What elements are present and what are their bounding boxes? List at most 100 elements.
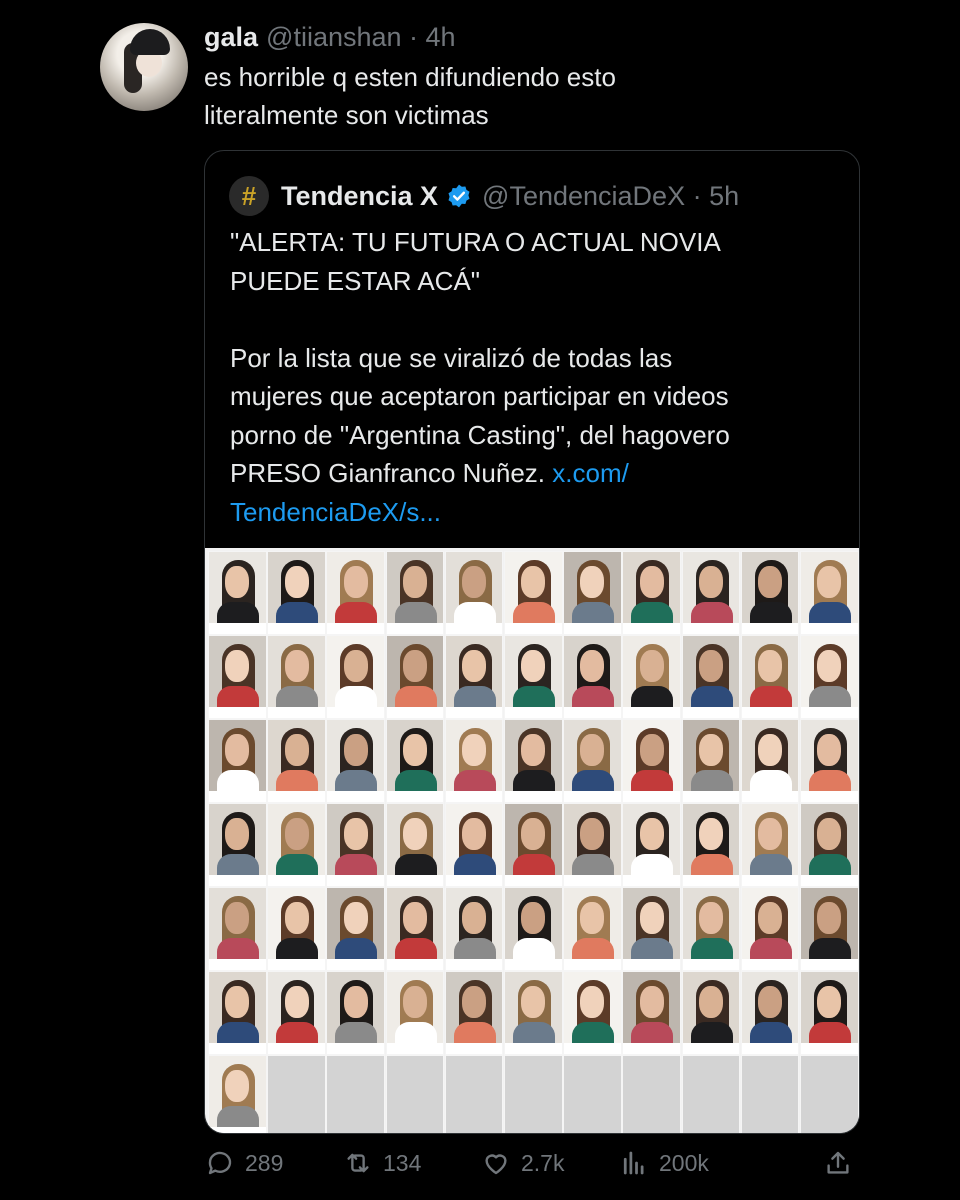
photo-caption-strip <box>268 959 325 970</box>
grid-photo <box>563 971 622 1055</box>
grid-photo <box>622 803 681 887</box>
grid-photo <box>208 971 267 1055</box>
quoted-handle: @TendenciaDeX <box>482 180 686 211</box>
photo-caption-strip <box>268 623 325 634</box>
photo-caption-strip <box>268 875 325 886</box>
photo-face <box>462 818 487 850</box>
photo-face <box>758 986 783 1018</box>
photo-face <box>343 902 368 934</box>
photo-face <box>521 734 546 766</box>
grid-empty-cell <box>444 1055 504 1133</box>
grid-photo <box>208 551 267 635</box>
photo-face <box>462 650 487 682</box>
like-button[interactable]: 2.7k <box>481 1148 564 1178</box>
quoted-time: 5h <box>709 180 740 211</box>
photo-face <box>225 734 250 766</box>
photo-face <box>817 566 842 598</box>
photo-caption-strip <box>445 623 503 634</box>
grid-photo <box>503 635 563 719</box>
repost-button[interactable]: 134 <box>343 1148 421 1178</box>
grid-photo <box>740 635 800 719</box>
photo-caption-strip <box>504 623 562 634</box>
grid-empty-cell <box>681 1055 741 1133</box>
grid-photo <box>208 1055 267 1133</box>
photo-face <box>343 650 368 682</box>
grid-photo <box>326 803 386 887</box>
reply-button[interactable]: 289 <box>205 1148 283 1178</box>
grid-photo <box>326 971 386 1055</box>
photo-face <box>817 986 842 1018</box>
photo-caption-strip <box>386 623 444 634</box>
photo-caption-strip <box>209 959 266 970</box>
photo-face <box>343 566 368 598</box>
quoted-media-image[interactable] <box>205 548 859 1133</box>
photo-caption-strip <box>504 1043 562 1054</box>
photo-caption-strip <box>682 875 740 886</box>
display-name[interactable]: gala <box>204 22 258 52</box>
user-handle[interactable]: @tiianshan · 4h <box>266 22 456 52</box>
photo-face <box>817 902 842 934</box>
photo-caption-strip <box>564 707 621 718</box>
photo-caption-strip <box>623 707 680 718</box>
photo-face <box>521 818 546 850</box>
grid-empty-cell <box>740 1055 800 1133</box>
tweet-time: 4h <box>425 22 456 52</box>
photo-face <box>284 902 309 934</box>
user-avatar[interactable] <box>100 23 188 111</box>
photo-caption-strip <box>504 875 562 886</box>
photo-caption-strip <box>623 875 680 886</box>
photo-caption-strip <box>800 1043 858 1054</box>
photo-face <box>580 650 605 682</box>
photo-face <box>580 566 605 598</box>
grid-photo <box>326 887 386 971</box>
photo-caption-strip <box>327 707 385 718</box>
photo-caption-strip <box>682 959 740 970</box>
grid-photo <box>563 803 622 887</box>
grid-photo <box>444 551 504 635</box>
repost-icon <box>347 1153 369 1173</box>
photo-caption-strip <box>741 707 799 718</box>
grid-photo <box>681 635 741 719</box>
grid-photo <box>563 551 622 635</box>
grid-photo <box>385 803 445 887</box>
quoted-tweet-header: # Tendencia X @TendenciaDeX · 5h <box>229 175 739 217</box>
photo-grid <box>208 551 859 1133</box>
photo-face <box>521 986 546 1018</box>
grid-photo <box>681 551 741 635</box>
share-button[interactable] <box>823 1148 863 1178</box>
photo-caption-strip <box>564 791 621 802</box>
grid-photo <box>385 887 445 971</box>
photo-caption-strip <box>623 1043 680 1054</box>
photo-face <box>639 650 664 682</box>
photo-caption-strip <box>445 1043 503 1054</box>
photo-face <box>284 818 309 850</box>
grid-photo <box>740 803 800 887</box>
photo-caption-strip <box>209 1043 266 1054</box>
tweet-text-line: literalmente son victimas <box>204 100 489 130</box>
photo-face <box>462 986 487 1018</box>
grid-photo <box>267 803 326 887</box>
grid-photo <box>740 971 800 1055</box>
photo-caption-strip <box>623 791 680 802</box>
grid-photo <box>799 719 859 803</box>
photo-face <box>343 986 368 1018</box>
grid-photo <box>503 719 563 803</box>
photo-face <box>580 734 605 766</box>
photo-face <box>698 986 723 1018</box>
quoted-avatar: # <box>229 176 269 216</box>
views-button[interactable]: 200k <box>619 1148 709 1178</box>
grid-empty-cell <box>622 1055 681 1133</box>
photo-caption-strip <box>564 959 621 970</box>
action-bar: 289 134 2.7k 200k <box>205 1148 865 1188</box>
grid-photo <box>444 719 504 803</box>
repost-count: 134 <box>383 1149 422 1176</box>
like-icon <box>485 1154 507 1175</box>
photo-face <box>521 902 546 934</box>
like-count: 2.7k <box>521 1149 565 1176</box>
grid-photo <box>208 887 267 971</box>
photo-caption-strip <box>327 623 385 634</box>
photo-face <box>225 818 250 850</box>
photo-face <box>817 818 842 850</box>
photo-caption-strip <box>386 959 444 970</box>
quoted-tweet[interactable]: # Tendencia X @TendenciaDeX · 5h "ALERTA… <box>204 150 860 1134</box>
